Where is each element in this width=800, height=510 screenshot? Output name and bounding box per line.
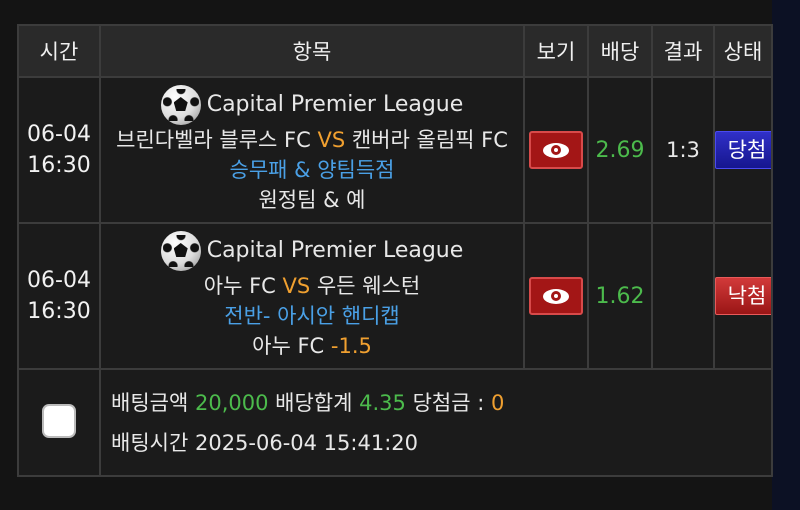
bet-row: 06-04 16:30 Capital Premier League 아누 FC…	[17, 222, 773, 370]
bet-item-cell: Capital Premier League 브린다벨라 블루스 FC VS 캔…	[99, 76, 525, 224]
league-name: Capital Premier League	[206, 92, 464, 117]
away-team: 캔버라 올림픽 FC	[351, 128, 508, 152]
odds-value: 2.69	[587, 76, 653, 224]
bet-time-label: 배팅시간	[111, 430, 189, 455]
status-badge: 낙첨	[716, 277, 770, 315]
summary-row: 배팅금액 20,000 배당합계 4.35 당첨금 : 0 배팅시간 2025-…	[17, 368, 773, 477]
home-team: 브린다벨라 블루스 FC	[116, 128, 311, 152]
match-line: 브린다벨라 블루스 FC VS 캔버라 올림픽 FC	[102, 125, 522, 155]
summary-totals: 배팅금액 20,000 배당합계 4.35 당첨금 : 0	[111, 383, 770, 423]
header-row: 시간 항목 보기 배당 결과 상태	[17, 24, 773, 78]
market-name: 승무패 & 양팀득점	[229, 158, 395, 182]
header-status: 상태	[713, 24, 773, 78]
bet-slip-table: 시간 항목 보기 배당 결과 상태 06-04 16:30 Capital Pr…	[17, 24, 773, 477]
soccer-ball-icon	[160, 231, 201, 271]
bet-amount-label: 배팅금액	[111, 390, 189, 415]
pick-line: 아누 FC -1.5	[102, 331, 522, 361]
pick-text: 아누 FC	[252, 334, 325, 358]
select-checkbox[interactable]	[42, 403, 76, 438]
market-name: 전반- 아시안 핸디캡	[224, 304, 400, 328]
eye-icon	[543, 142, 569, 158]
pick-handicap: -1.5	[330, 334, 372, 358]
win-amount-label: 당첨금 :	[412, 390, 485, 415]
bet-kickoff: 16:30	[27, 299, 91, 324]
bet-time-cell: 06-04 16:30	[17, 222, 101, 370]
result-score	[651, 222, 715, 370]
header-odds: 배당	[587, 24, 653, 78]
bet-date: 06-04	[27, 268, 91, 293]
view-cell	[523, 222, 589, 370]
header-time: 시간	[17, 24, 101, 78]
odds-total-label: 배당합계	[275, 390, 353, 415]
league-line: Capital Premier League	[102, 85, 522, 125]
summary-cell: 배팅금액 20,000 배당합계 4.35 당첨금 : 0 배팅시간 2025-…	[99, 368, 773, 477]
view-cell	[523, 76, 589, 224]
eye-icon	[543, 288, 569, 304]
header-item: 항목	[99, 24, 525, 78]
odds-value: 1.62	[587, 222, 653, 370]
odds-total: 4.35	[359, 390, 406, 415]
match-line: 아누 FC VS 우든 웨스턴	[102, 271, 522, 301]
home-team: 아누 FC	[203, 274, 276, 298]
bet-item-cell: Capital Premier League 아누 FC VS 우든 웨스턴 전…	[99, 222, 525, 370]
league-name: Capital Premier League	[206, 238, 464, 263]
vs-label: VS	[317, 128, 346, 152]
view-button[interactable]	[529, 131, 583, 169]
bet-kickoff: 16:30	[27, 153, 91, 178]
win-amount: 0	[490, 390, 505, 415]
bet-row: 06-04 16:30 Capital Premier League 브린다벨라…	[17, 76, 773, 224]
pick-line: 원정팀 & 예	[102, 185, 522, 215]
status-badge: 당첨	[716, 131, 770, 169]
bet-time-line: 배팅시간 2025-06-04 15:41:20	[111, 423, 770, 463]
pick-text: 원정팀 & 예	[258, 188, 366, 212]
result-score: 1:3	[651, 76, 715, 224]
status-cell: 당첨	[713, 76, 773, 224]
status-cell: 낙첨	[713, 222, 773, 370]
away-team: 우든 웨스턴	[316, 274, 421, 298]
bet-amount: 20,000	[194, 390, 269, 415]
select-cell	[17, 368, 101, 477]
view-button[interactable]	[529, 277, 583, 315]
bet-time-value: 2025-06-04 15:41:20	[194, 430, 419, 455]
vs-label: VS	[282, 274, 311, 298]
league-line: Capital Premier League	[102, 231, 522, 271]
header-result: 결과	[651, 24, 715, 78]
bet-date: 06-04	[27, 122, 91, 147]
header-view: 보기	[523, 24, 589, 78]
bet-time-cell: 06-04 16:30	[17, 76, 101, 224]
right-edge-panel	[772, 0, 800, 510]
soccer-ball-icon	[160, 85, 201, 125]
